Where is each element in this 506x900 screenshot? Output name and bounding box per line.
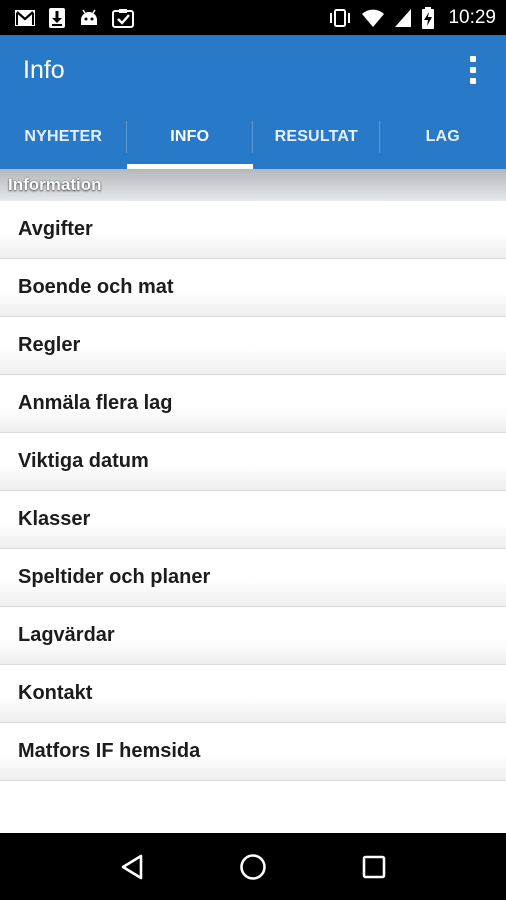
list-item-label: Klasser [18,508,91,530]
vibrate-icon [330,8,351,27]
section-header: Information [0,169,506,201]
list-item-label: Regler [18,334,81,356]
list-item-label: Boende och mat [18,276,174,298]
list-item-lagvardar[interactable]: Lagvärdar [0,607,506,665]
list-item-avgifter[interactable]: Avgifter [0,201,506,259]
status-time: 10:29 [448,6,496,28]
app-bar: Info [0,35,506,105]
list-item-speltider-och-planer[interactable]: Speltider och planer [0,549,506,607]
tab-label: LAG [425,128,460,145]
list-item-anmala-flera-lag[interactable]: Anmäla flera lag [0,375,506,433]
android-icon [81,9,97,25]
tab-label: NYHETER [24,128,103,145]
list-item-label: Kontakt [18,682,93,704]
overflow-dot [470,78,476,84]
back-icon [122,854,143,879]
list-item-label: Matfors IF hemsida [18,740,201,762]
battery-charging-icon [422,6,435,29]
back-button[interactable] [112,847,152,887]
list-item-label: Speltider och planer [18,566,211,588]
list-item-label: Viktiga datum [18,450,149,472]
list-item-label: Lagvärdar [18,624,115,646]
overflow-dot [470,67,476,73]
list-item-label: Avgifter [18,218,93,240]
home-icon [240,853,266,880]
list-item-label: Anmäla flera lag [18,392,173,414]
list-item-boende-och-mat[interactable]: Boende och mat [0,259,506,317]
status-bar-left [14,7,134,29]
app-title: Info [23,55,65,84]
list-item-viktiga-datum[interactable]: Viktiga datum [0,433,506,491]
tab-lag[interactable]: LAG [380,105,506,169]
overflow-menu-icon[interactable] [466,52,480,88]
recents-button[interactable] [354,847,394,887]
list-item-kontakt[interactable]: Kontakt [0,665,506,723]
status-bar-right: 10:29 [328,6,496,29]
tab-label: RESULTAT [274,128,358,145]
overflow-dot [470,56,476,62]
tab-nyheter[interactable]: NYHETER [0,105,127,169]
gmail-icon [15,9,35,26]
tab-info[interactable]: INFO [126,105,253,169]
recents-icon [362,855,385,878]
list-item-klasser[interactable]: Klasser [0,491,506,549]
signal-icon [395,8,412,27]
list-item-matfors-if-hemsida[interactable]: Matfors IF hemsida [0,723,506,781]
navigation-bar [0,833,506,900]
status-bar: 10:29 [0,0,506,35]
section-title: Information [8,175,102,194]
clipboard-check-icon [112,8,134,28]
home-button[interactable] [233,847,273,887]
download-icon [49,7,65,28]
info-list: Avgifter Boende och mat Regler Anmäla fl… [0,201,506,781]
wifi-icon [362,9,385,27]
list-item-regler[interactable]: Regler [0,317,506,375]
tab-bar: NYHETER INFO RESULTAT LAG [0,105,506,169]
tab-resultat[interactable]: RESULTAT [253,105,380,169]
tab-label: INFO [170,128,210,145]
